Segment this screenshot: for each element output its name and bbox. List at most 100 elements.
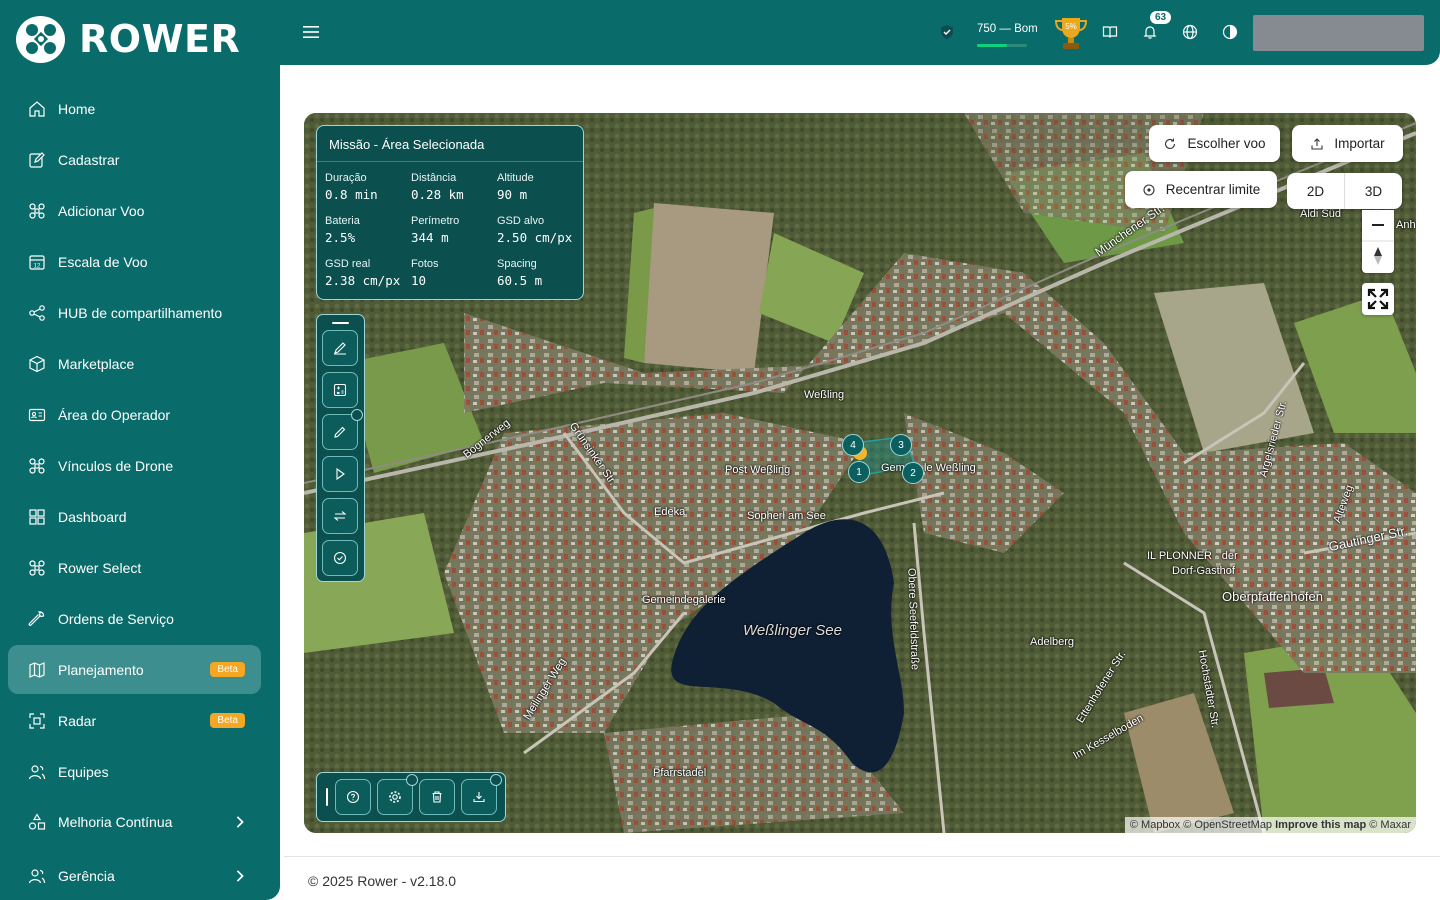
map-canvas[interactable]: Weßling Post Weßling Gem le Weßling Edek… [304,113,1416,833]
sidebar-item-home[interactable]: Home [8,84,261,133]
sidebar-item-label: Melhoria Contínua [58,813,173,830]
top-bar: 750 — Bom 5% 63 [280,0,1440,65]
mission-stat-value: 2.50 cm/px [497,230,573,245]
score-text[interactable]: 750 — Bom [977,23,1038,35]
improve-map-link[interactable]: Improve this map [1275,819,1366,831]
bell-icon[interactable] [1142,24,1158,40]
zoom-out-icon[interactable] [1372,224,1384,226]
svg-text:12: 12 [34,263,41,269]
trophy-text: 5% [1065,22,1077,31]
sidebar-item-label: Dashboard [58,508,127,525]
sidebar-item-ordens-de-servico[interactable]: Ordens de Serviço [8,594,261,643]
mission-stat-value: 90 m [497,187,528,202]
play-button[interactable] [322,456,358,492]
waypoint-marker[interactable]: 3 [890,434,912,456]
sidebar-item-radar[interactable]: Radar Beta [8,696,261,745]
map-label: Edeka [654,506,686,518]
sidebar-item-cadastrar[interactable]: Cadastrar [8,135,261,184]
sidebar-item-label: Marketplace [58,355,135,372]
waypoint-marker[interactable]: 2 [902,462,924,484]
maxar-link[interactable]: © Maxar [1369,819,1411,831]
recenter-button[interactable]: Recentrar limite [1125,171,1277,208]
mapbox-link[interactable]: © Mapbox [1130,819,1180,831]
settings-button[interactable] [377,774,418,815]
map-label: Sopherl am See [747,510,826,522]
toolbar-drag-handle[interactable] [326,788,328,806]
calculator-button[interactable] [322,372,358,408]
shield-check-icon[interactable] [939,24,955,40]
choose-flight-button[interactable]: Escolher voo [1149,125,1280,162]
mission-stat-value: 10 [411,273,427,288]
chevron-down-icon[interactable] [490,774,502,786]
swap-button[interactable] [322,498,358,534]
drone-logo-icon [16,15,65,63]
help-button[interactable] [335,779,371,815]
notification-badge[interactable]: 63 [1150,11,1172,24]
compass-icon[interactable] [1374,247,1382,265]
mission-stat: Spacing 60.5 m [497,258,587,288]
users-icon [28,764,46,779]
sidebar-item-marketplace[interactable]: Marketplace [8,339,261,388]
confirm-button[interactable] [322,540,358,576]
mission-stat-label: Bateria [325,215,360,227]
sidebar-item-equipes[interactable]: Equipes [8,747,261,796]
chevron-down-icon[interactable] [351,409,363,421]
mission-stat: Duração 0.8 min [325,172,415,202]
osm-link[interactable]: © OpenStreetMap [1183,819,1272,831]
waypoint-marker[interactable]: 4 [842,434,864,456]
sidebar-item-area-do-operador[interactable]: Área do Operador [8,390,261,439]
sidebar-item-label: Gerência [58,867,115,884]
sidebar-item-label: HUB de compartilhamento [58,304,223,321]
mission-stat-label: Altitude [497,172,534,184]
beta-badge: Beta [210,662,245,677]
brand-logo[interactable]: ROWER [16,14,240,64]
sidebar-item-rower-select[interactable]: Rower Select [8,543,261,592]
chevron-right-icon[interactable] [231,813,249,831]
actions-toolbar [316,772,506,822]
grid-icon [29,508,45,525]
download-button[interactable] [461,774,502,815]
mission-stat-value: 60.5 m [497,273,543,288]
sidebar-item-adicionar-voo[interactable]: Adicionar Voo [8,186,261,235]
mission-stat-value: 0.28 km [411,187,464,202]
score-progress-bar [977,44,1027,47]
fullscreen-button[interactable] [1362,283,1394,315]
map-attribution: © Mapbox © OpenStreetMap Improve this ma… [1124,817,1416,833]
mode-3d-button[interactable]: 3D [1345,173,1402,209]
swap-icon [333,511,347,521]
sidebar-item-gerencia[interactable]: Gerência [8,851,261,900]
mission-stat-value: 2.38 cm/px [325,273,401,288]
sidebar-item-vinculos-de-drone[interactable]: Vínculos de Drone [8,441,261,490]
map-label: Dorf-Gasthof [1172,565,1235,577]
book-icon[interactable] [1102,24,1118,40]
user-profile-area[interactable] [1253,15,1424,51]
chevron-right-icon[interactable] [231,867,249,885]
mission-stat-value: 344 m [411,230,449,245]
sidebar-item-dashboard[interactable]: Dashboard [8,492,261,541]
drone-icon [29,457,45,474]
sidebar-item-hub-de-compartilhamento[interactable]: HUB de compartilhamento [8,288,261,337]
mission-stat-label: Distância [411,172,457,184]
shapes-icon [28,812,46,830]
import-button[interactable]: Importar [1292,125,1403,162]
draw-button[interactable] [322,330,358,366]
globe-icon[interactable] [1182,24,1198,40]
sidebar-item-escala-de-voo[interactable]: 12 Escala de Voo [8,237,261,286]
wrench-icon [28,610,45,626]
edit-button[interactable] [322,409,363,450]
trophy-icon[interactable]: 5% [1052,14,1090,52]
sidebar: ROWER Home Cadastrar Adicionar Voo 12 Escala… [0,0,280,900]
chevron-down-icon[interactable] [406,774,418,786]
toolbar-drag-handle[interactable] [332,322,349,324]
contrast-icon[interactable] [1222,24,1238,40]
sidebar-item-planejamento[interactable]: Planejamento Beta [8,645,261,694]
delete-button[interactable] [419,779,455,815]
mode-2d-button[interactable]: 2D [1287,173,1345,209]
sidebar-item-melhoria-continua[interactable]: Melhoria Contínua [8,797,261,846]
menu-icon[interactable] [302,23,320,41]
footer-divider [284,856,1440,857]
mission-stat: GSD alvo 2.50 cm/px [497,215,587,245]
sidebar-item-label: Escala de Voo [58,253,148,270]
waypoint-marker[interactable]: 1 [848,461,870,483]
map-label: Anh [1396,219,1416,231]
